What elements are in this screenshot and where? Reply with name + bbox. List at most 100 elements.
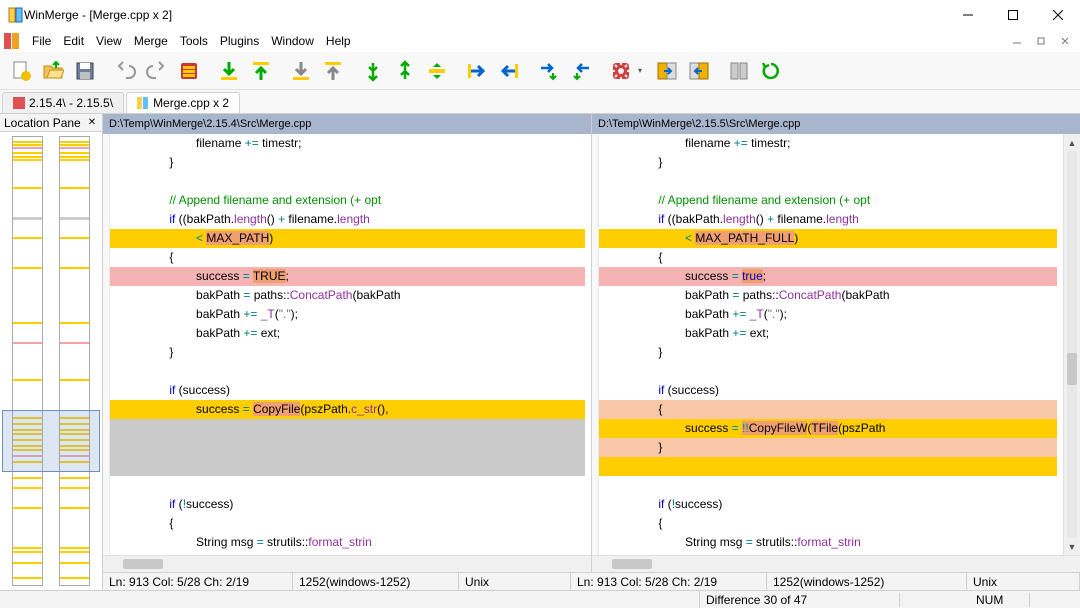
close-icon[interactable]: ✕ — [86, 117, 98, 129]
menu-view[interactable]: View — [90, 34, 128, 48]
code-line[interactable]: bakPath += _T("."); — [110, 305, 585, 324]
code-line[interactable] — [599, 457, 1057, 476]
copy-right-button[interactable] — [462, 56, 492, 86]
minimize-button[interactable] — [945, 0, 990, 30]
code-line[interactable]: String msg = strutils::format_strin — [599, 533, 1057, 552]
close-button[interactable] — [1035, 0, 1080, 30]
left-enc: 1252(windows-1252) — [299, 575, 410, 589]
code-line[interactable]: } — [599, 438, 1057, 457]
copy-right-next-button[interactable] — [534, 56, 564, 86]
menu-file[interactable]: File — [26, 34, 57, 48]
all-right-button[interactable] — [652, 56, 682, 86]
code-line[interactable]: bakPath = paths::ConcatPath(bakPath — [599, 286, 1057, 305]
left-code[interactable]: filename += timestr; } // Append filenam… — [110, 134, 585, 555]
menu-tools[interactable]: Tools — [174, 34, 214, 48]
tab-folders[interactable]: 2.15.4\ - 2.15.5\ — [2, 92, 124, 113]
code-line[interactable] — [599, 172, 1057, 191]
code-line[interactable]: if ((bakPath.length() + filename.length — [599, 210, 1057, 229]
code-line[interactable]: } — [110, 153, 585, 172]
prev-diff-alt-button[interactable] — [318, 56, 348, 86]
mdi-close-button[interactable] — [1055, 34, 1075, 49]
code-line[interactable]: success = true; — [599, 267, 1057, 286]
code-line[interactable] — [110, 362, 585, 381]
code-line[interactable]: bakPath += ext; — [110, 324, 585, 343]
code-line[interactable] — [110, 476, 585, 495]
left-diff-gutter — [585, 134, 591, 555]
swap-button[interactable] — [724, 56, 754, 86]
redo-button[interactable] — [142, 56, 172, 86]
mdi-restore-button[interactable] — [1031, 34, 1051, 49]
code-line[interactable]: String msg = strutils::format_strin — [110, 533, 585, 552]
clipboard-button[interactable] — [174, 56, 204, 86]
save-button[interactable] — [70, 56, 100, 86]
open-button[interactable] — [38, 56, 68, 86]
right-code[interactable]: filename += timestr; } // Append filenam… — [599, 134, 1057, 555]
code-line[interactable]: < MAX_PATH) — [110, 229, 585, 248]
code-line[interactable] — [599, 476, 1057, 495]
code-line[interactable]: bakPath = paths::ConcatPath(bakPath — [110, 286, 585, 305]
code-line[interactable]: { — [110, 514, 585, 533]
location-strip-right[interactable] — [59, 136, 90, 586]
scroll-thumb[interactable] — [1067, 353, 1077, 385]
options-button[interactable] — [606, 56, 636, 86]
copy-left-button[interactable] — [494, 56, 524, 86]
code-line[interactable]: if (success) — [110, 381, 585, 400]
location-strip-left[interactable] — [12, 136, 43, 586]
code-line[interactable]: bakPath += ext; — [599, 324, 1057, 343]
undo-button[interactable] — [110, 56, 140, 86]
scroll-up-icon[interactable]: ▲ — [1064, 134, 1080, 151]
code-line[interactable]: success = TRUE; — [110, 267, 585, 286]
menu-merge[interactable]: Merge — [128, 34, 174, 48]
mdi-minimize-button[interactable] — [1007, 34, 1027, 49]
first-diff-button[interactable] — [390, 56, 420, 86]
copy-left-next-button[interactable] — [566, 56, 596, 86]
code-line[interactable] — [110, 438, 585, 457]
code-line[interactable]: filename += timestr; — [599, 134, 1057, 153]
tab-merge[interactable]: Merge.cpp x 2 — [126, 92, 240, 113]
code-line[interactable]: bakPath += _T("."); — [599, 305, 1057, 324]
code-line[interactable]: if (success) — [599, 381, 1057, 400]
current-diff-button[interactable] — [422, 56, 452, 86]
next-diff-alt-button[interactable] — [286, 56, 316, 86]
code-line[interactable] — [599, 362, 1057, 381]
code-line[interactable]: { — [599, 248, 1057, 267]
code-line[interactable]: if (!success) — [110, 495, 585, 514]
status-bar: Difference 30 of 47 NUM — [0, 590, 1080, 608]
right-path[interactable]: D:\Temp\WinMerge\2.15.5\Src\Merge.cpp — [592, 114, 1080, 134]
last-diff-button[interactable] — [358, 56, 388, 86]
code-line[interactable]: if (!success) — [599, 495, 1057, 514]
maximize-button[interactable] — [990, 0, 1035, 30]
code-line[interactable]: filename += timestr; — [110, 134, 585, 153]
code-line[interactable]: { — [110, 248, 585, 267]
vscroll[interactable]: ▲ ▼ — [1063, 134, 1080, 555]
code-line[interactable]: { — [599, 400, 1057, 419]
code-line[interactable] — [110, 419, 585, 438]
menu-help[interactable]: Help — [320, 34, 357, 48]
code-line[interactable]: success = CopyFile(pszPath.c_str(), — [110, 400, 585, 419]
code-line[interactable]: } — [599, 153, 1057, 172]
scroll-down-icon[interactable]: ▼ — [1064, 538, 1080, 555]
refresh-button[interactable] — [756, 56, 786, 86]
right-pos: Ln: 913 Col: 5/28 Ch: 2/19 — [577, 575, 717, 589]
hscroll-left[interactable] — [103, 555, 591, 572]
code-line[interactable]: } — [110, 343, 585, 362]
next-diff-button[interactable] — [214, 56, 244, 86]
new-button[interactable] — [6, 56, 36, 86]
code-line[interactable]: // Append filename and extension (+ opt — [110, 191, 585, 210]
code-line[interactable]: < MAX_PATH_FULL) — [599, 229, 1057, 248]
code-line[interactable]: { — [599, 514, 1057, 533]
hscroll-right[interactable] — [592, 555, 1080, 572]
code-line[interactable]: if ((bakPath.length() + filename.length — [110, 210, 585, 229]
menu-plugins[interactable]: Plugins — [214, 34, 265, 48]
prev-diff-button[interactable] — [246, 56, 276, 86]
code-line[interactable]: } — [599, 343, 1057, 362]
menu-window[interactable]: Window — [265, 34, 320, 48]
left-path[interactable]: D:\Temp\WinMerge\2.15.4\Src\Merge.cpp — [103, 114, 591, 134]
code-line[interactable] — [110, 172, 585, 191]
code-line[interactable]: // Append filename and extension (+ opt — [599, 191, 1057, 210]
all-left-button[interactable] — [684, 56, 714, 86]
location-pane-body[interactable] — [0, 132, 102, 590]
menu-edit[interactable]: Edit — [57, 34, 90, 48]
code-line[interactable]: success = !!CopyFileW(TFile(pszPath — [599, 419, 1057, 438]
code-line[interactable] — [110, 457, 585, 476]
